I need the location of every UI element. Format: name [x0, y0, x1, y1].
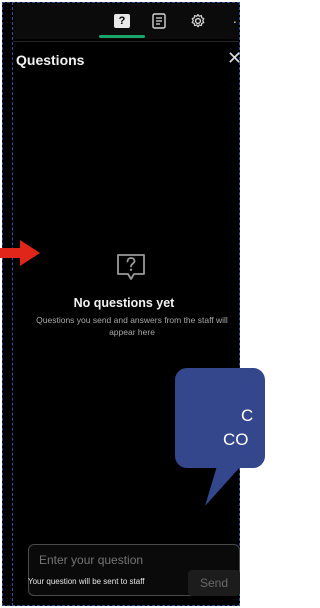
notes-icon — [152, 13, 166, 29]
toolbar-divider — [13, 41, 239, 42]
callout-line-3: CO — [223, 430, 249, 449]
panel-title: Questions — [16, 52, 85, 68]
more-horizontal-icon: ··· — [232, 13, 240, 29]
top-toolbar: ? ··· — [13, 3, 240, 39]
question-bubble-icon — [117, 254, 145, 280]
gear-icon — [191, 13, 205, 28]
send-button[interactable]: Send — [188, 570, 240, 596]
frame-left-edge — [12, 2, 13, 606]
active-tab-indicator — [99, 35, 145, 38]
callout-line-2: C — [241, 406, 254, 425]
tooltip-callout: C CO — [175, 368, 265, 468]
notes-tab[interactable] — [149, 11, 169, 31]
questions-tab[interactable]: ? — [109, 11, 135, 31]
empty-state-subtitle: Questions you send and answers from the … — [36, 315, 228, 337]
callout-text: C CO — [175, 368, 265, 468]
red-arrow-pointer — [0, 240, 40, 266]
composer-hint: Your question will be sent to staff — [28, 577, 145, 586]
question-box-icon: ? — [114, 14, 130, 28]
settings-button[interactable] — [188, 11, 208, 31]
empty-state-title: No questions yet — [73, 296, 175, 310]
close-icon[interactable]: ✕ — [227, 48, 242, 69]
callout-tail — [205, 466, 241, 506]
more-options-button[interactable]: ··· — [231, 11, 240, 31]
